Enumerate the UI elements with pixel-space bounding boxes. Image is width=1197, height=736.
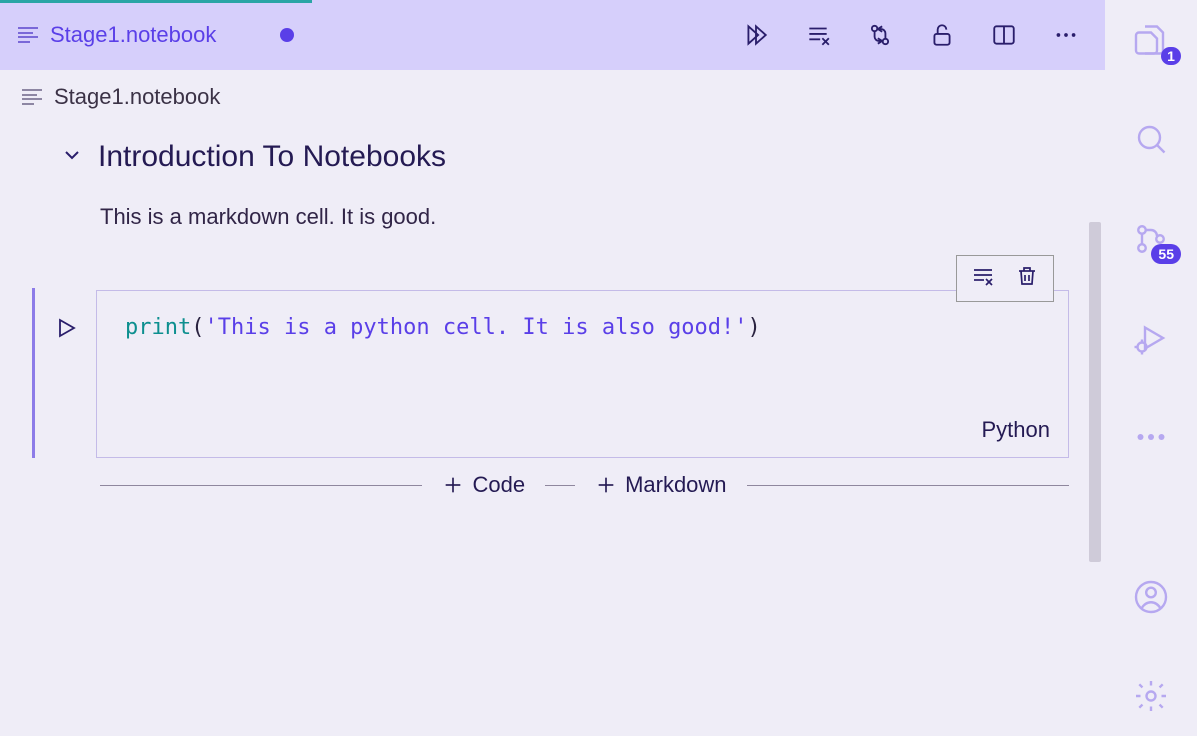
settings-gear-icon[interactable] <box>1131 677 1171 716</box>
compare-changes-icon[interactable] <box>865 20 895 50</box>
add-markdown-label: Markdown <box>625 472 726 498</box>
notebook-body: Introduction To Notebooks This is a mark… <box>0 110 1105 736</box>
markdown-title[interactable]: Introduction To Notebooks <box>98 140 446 174</box>
add-cell-row: Code Markdown <box>0 472 1105 498</box>
tab-stage1-notebook[interactable]: Stage1.notebook <box>0 0 312 70</box>
search-icon[interactable] <box>1131 119 1171 158</box>
markdown-heading-row: Introduction To Notebooks <box>0 140 1105 174</box>
collapse-section-icon[interactable] <box>60 143 84 172</box>
code-token-punc: ( <box>191 315 204 340</box>
code-token-string: 'This is a python cell. It is also good!… <box>204 315 747 340</box>
divider <box>545 485 575 486</box>
code-cell: print('This is a python cell. It is also… <box>0 290 1105 458</box>
split-editor-icon[interactable] <box>989 20 1019 50</box>
breadcrumb-filename: Stage1.notebook <box>54 84 220 110</box>
dirty-indicator-icon <box>280 28 294 42</box>
tab-filename: Stage1.notebook <box>50 22 216 48</box>
activity-bar: 1 55 <box>1105 0 1197 736</box>
code-token-punc: ) <box>748 315 761 340</box>
delete-cell-icon[interactable] <box>1015 264 1039 293</box>
divider <box>747 485 1069 486</box>
code-editor[interactable]: print('This is a python cell. It is also… <box>96 290 1069 458</box>
clear-outputs-icon[interactable] <box>803 20 833 50</box>
tab-bar: Stage1.notebook <box>0 0 1105 70</box>
divider <box>100 485 422 486</box>
source-control-icon[interactable]: 55 <box>1131 219 1171 258</box>
breadcrumb[interactable]: Stage1.notebook <box>0 70 1105 110</box>
more-views-icon[interactable] <box>1131 418 1171 457</box>
notebook-file-icon <box>18 27 38 43</box>
editor-toolbar <box>312 0 1105 70</box>
run-cell-icon[interactable] <box>54 316 78 345</box>
markdown-text[interactable]: This is a markdown cell. It is good. <box>0 204 1105 230</box>
code-content[interactable]: print('This is a python cell. It is also… <box>97 291 1068 417</box>
add-code-label: Code <box>472 472 525 498</box>
cell-language-label[interactable]: Python <box>97 417 1068 457</box>
code-token-function: print <box>125 315 191 340</box>
cell-toolbar <box>956 255 1054 302</box>
account-icon[interactable] <box>1131 577 1171 616</box>
add-markdown-cell-button[interactable]: Markdown <box>595 472 726 498</box>
lock-icon[interactable] <box>927 20 957 50</box>
run-debug-icon[interactable] <box>1131 318 1171 357</box>
more-actions-icon[interactable] <box>1051 20 1081 50</box>
notebook-file-icon <box>22 89 42 105</box>
clear-cell-output-icon[interactable] <box>971 264 995 293</box>
scm-badge: 55 <box>1151 244 1181 264</box>
explorer-badge: 1 <box>1161 47 1181 65</box>
cell-focus-indicator <box>32 288 35 458</box>
explorer-icon[interactable]: 1 <box>1131 20 1171 59</box>
run-all-icon[interactable] <box>741 20 771 50</box>
add-code-cell-button[interactable]: Code <box>442 472 525 498</box>
editor-area: Stage1.notebook Stage1.n <box>0 0 1105 736</box>
